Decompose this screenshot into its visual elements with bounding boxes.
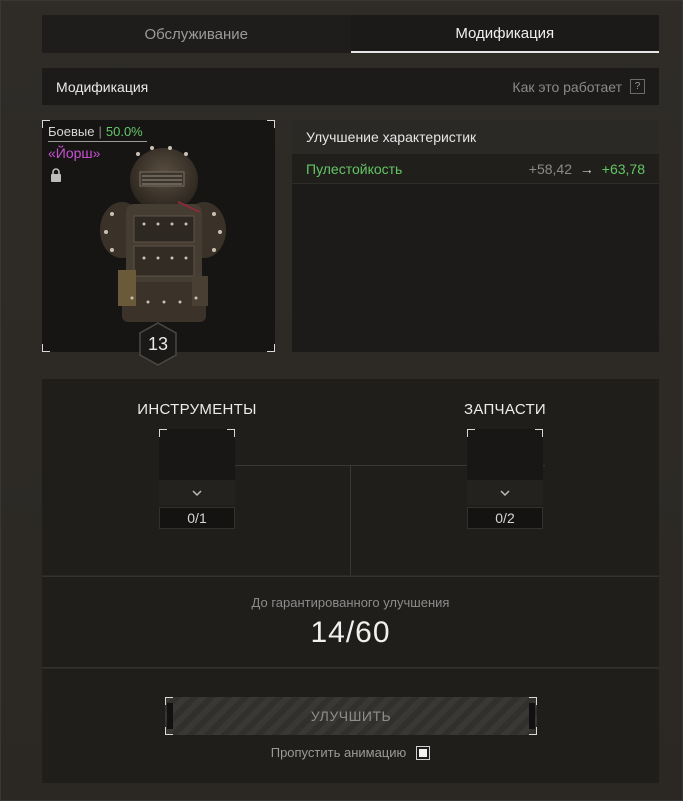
corner-bracket — [159, 429, 167, 437]
upgrade-area: УЛУЧШИТЬ Пропустить анимацию — [42, 669, 659, 783]
chevron-down-icon — [192, 489, 202, 496]
help-icon[interactable]: ? — [630, 79, 645, 94]
tools-title: ИНСТРУМЕНТЫ — [137, 401, 257, 418]
checkbox-check — [419, 748, 428, 757]
tab-bar: Обслуживание Модификация — [42, 15, 659, 53]
arrow-right-icon: → — [579, 160, 594, 177]
corner-bracket — [227, 429, 235, 437]
tools-slot[interactable] — [159, 429, 235, 505]
meta-separator: | — [98, 124, 102, 139]
materials-section: ИНСТРУМЕНТЫ 0/1 ЗАПЧАСТИ 0/2 — [42, 379, 659, 575]
level-badge: 13 — [138, 322, 178, 366]
skip-animation-row: Пропустить анимацию — [42, 745, 659, 760]
parts-count: 0/2 — [467, 507, 543, 529]
item-category: Боевые — [48, 124, 95, 139]
upgrade-button-label: УЛУЧШИТЬ — [310, 708, 392, 724]
stats-title: Улучшение характеристик — [292, 120, 659, 154]
tab-maintenance[interactable]: Обслуживание — [42, 15, 351, 53]
corner-bracket — [267, 120, 275, 128]
stat-name: Пулестойкость — [306, 160, 403, 177]
guarantee-label: До гарантированного улучшения — [251, 595, 450, 610]
upgrade-button[interactable]: УЛУЧШИТЬ — [165, 697, 537, 735]
stats-panel: Улучшение характеристик Пулестойкость +5… — [292, 120, 659, 352]
stat-current: +58,42 — [528, 160, 572, 177]
tools-count: 0/1 — [159, 507, 235, 529]
item-name: «Йорш» — [48, 145, 101, 161]
tools-column: ИНСТРУМЕНТЫ 0/1 — [42, 379, 350, 575]
item-condition: Боевые | 50.0% — [48, 124, 147, 142]
stat-upgraded: +63,78 — [601, 160, 645, 177]
corner-bracket — [467, 429, 475, 437]
item-condition-percent: 50.0% — [105, 124, 143, 139]
item-card[interactable]: Боевые | 50.0% «Йорш» 13 — [42, 120, 275, 366]
how-it-works-link[interactable]: Как это работает ? — [512, 79, 645, 95]
parts-title: ЗАПЧАСТИ — [463, 401, 547, 418]
stat-values: +58,42 → +63,78 — [529, 161, 645, 177]
tab-modification[interactable]: Модификация — [350, 15, 659, 53]
corner-bracket — [42, 344, 50, 352]
corner-bracket — [535, 429, 543, 437]
lock-icon — [51, 168, 61, 182]
guarantee-panel: До гарантированного улучшения 14/60 — [42, 576, 659, 668]
button-cap — [529, 703, 535, 729]
corner-bracket — [267, 344, 275, 352]
tools-dropdown[interactable] — [159, 480, 235, 505]
skip-animation-checkbox[interactable] — [416, 745, 431, 760]
parts-column: ЗАПЧАСТИ 0/2 — [351, 379, 659, 575]
guarantee-counter: 14/60 — [310, 616, 391, 649]
button-cap — [167, 703, 173, 729]
section-header: Модификация Как это работает ? — [42, 68, 659, 105]
chevron-down-icon — [500, 489, 510, 496]
section-title: Модификация — [56, 78, 149, 95]
how-it-works-label: Как это работает — [512, 78, 622, 95]
parts-dropdown[interactable] — [467, 480, 543, 505]
parts-slot[interactable] — [467, 429, 543, 505]
item-level: 13 — [147, 333, 169, 354]
stat-row: Пулестойкость +58,42 → +63,78 — [292, 154, 659, 184]
armor-image — [100, 146, 226, 322]
skip-animation-label: Пропустить анимацию — [270, 745, 407, 760]
window-frame: Обслуживание Модификация Модификация Как… — [0, 0, 683, 801]
